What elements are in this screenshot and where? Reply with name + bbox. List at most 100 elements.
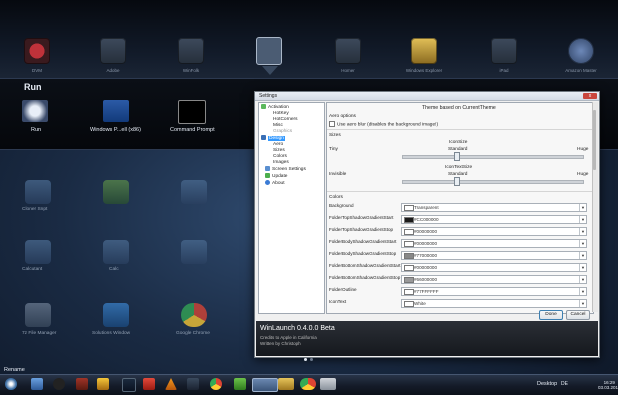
desktop-toolbar-label[interactable]: Desktop [537,381,557,387]
icon-size-slider-thumb[interactable] [454,152,460,161]
tree-item-aero[interactable]: Aero [273,142,283,147]
desktop-app-icon[interactable] [181,240,207,264]
color-select[interactable]: #00000000 ▼ [401,263,587,272]
dock-app-icon[interactable] [335,38,361,64]
color-select[interactable]: #66000000 ▼ [401,275,587,284]
chevron-down-icon[interactable]: ▼ [579,240,586,247]
winlaunch-taskbar-icon[interactable] [252,378,278,392]
dock-app-icon[interactable] [568,38,594,64]
active-folder-icon[interactable] [256,37,282,65]
desktop-app-icon[interactable] [103,240,129,264]
chevron-down-icon[interactable]: ▼ [579,276,586,283]
color-select[interactable]: #CC000000 ▼ [401,215,587,224]
taskbar-app-icon[interactable] [76,378,88,390]
explorer-icon[interactable] [278,378,294,390]
tree-item-design[interactable]: Design [261,135,285,141]
taskbar-app-icon[interactable] [122,378,136,392]
explorer-folder-icon[interactable] [411,38,437,64]
tree-item-hotkey[interactable]: HotKey [273,111,289,116]
taskbar-app-icon[interactable] [53,378,65,390]
window-titlebar[interactable] [255,92,599,101]
settings-content: Theme based on CurrentTheme Aero options… [326,102,594,314]
tree-item-sizes[interactable]: Sizes [273,148,285,153]
taskbar-app-icon[interactable] [31,378,43,390]
7zip-icon[interactable] [25,303,51,327]
dock-app-icon[interactable] [491,38,517,64]
chevron-down-icon[interactable]: ▼ [579,228,586,235]
desktop-icon-label: Cloner Snpt [22,207,48,212]
tree-item-hotcorners[interactable]: HotCorners [273,117,298,122]
done-button[interactable]: Done [539,310,563,320]
tree-item-images[interactable]: Images [273,160,289,165]
color-value: #66000000 [414,277,437,282]
tree-item-screen-settings[interactable]: Screen Settings [265,166,306,172]
color-row-label: FolderBottomShadowGradientStop [329,275,401,280]
background-color-select[interactable]: Transparent ▼ [401,203,587,212]
run-icon[interactable] [22,100,48,122]
clock[interactable]: 16:29 03.03.2013 [598,380,618,390]
sizes-section-label: Sizes [329,133,341,138]
icon-size-max-label: Huge [577,147,589,152]
desktop-app-icon[interactable] [103,303,129,327]
clock-text: 16:29 03.03.2013 [598,380,618,390]
chevron-down-icon[interactable]: ▼ [579,288,586,295]
desktop-icon-label: Calc [109,267,119,272]
chrome-icon[interactable] [181,303,207,327]
close-button[interactable]: x [583,93,597,99]
color-select[interactable]: White ▼ [401,299,587,308]
chevron-down-icon[interactable]: ▼ [579,300,586,307]
tree-item-graphics[interactable]: Graphics [273,129,292,134]
desktop-app-icon[interactable] [103,180,129,204]
page-indicator-dot[interactable] [310,358,313,361]
scrollbar-thumb[interactable] [593,110,596,170]
page-indicator-dot[interactable] [304,358,307,361]
dock-label: Windows Explorer [405,68,443,73]
desktop-app-icon[interactable] [25,240,51,264]
dock-folder-icon[interactable] [100,38,126,64]
dock-folder-icon[interactable] [178,38,204,64]
theme-heading: Theme based on CurrentTheme [422,105,496,111]
tree-item-colors[interactable]: Colors [273,154,287,159]
chevron-down-icon[interactable]: ▼ [579,204,586,211]
tree-item-about[interactable]: About [265,180,285,186]
color-swatch [404,289,414,295]
icon-text-size-slider-thumb[interactable] [454,177,460,186]
icon-size-slider[interactable] [402,155,584,159]
color-value: #77000000 [414,253,437,258]
color-select[interactable]: #77FFFFFF ▼ [401,287,587,296]
aero-blur-option[interactable]: Use aero blur (disables the background i… [329,121,438,127]
folder-pointer-arrow [262,66,278,75]
chrome-icon[interactable] [210,378,222,390]
color-row-label: FolderBodyShadowGradientStart [329,239,397,244]
color-select[interactable]: #00000000 ▼ [401,227,587,236]
rename-label[interactable]: Rename [4,367,25,373]
icon-text-max-label: Huge [577,172,589,177]
taskbar-app-icon[interactable] [97,378,109,390]
tree-item-update[interactable]: Update [265,173,287,179]
icon-text-size-slider[interactable] [402,180,584,184]
cancel-button[interactable]: Cancel [566,310,590,320]
settings-window: Settings x Activation HotKey HotCorners … [254,91,600,358]
desktop-app-icon[interactable] [25,180,51,204]
taskbar-app-icon[interactable] [320,378,336,390]
taskbar-app-icon[interactable] [234,378,246,390]
start-button-icon[interactable] [5,378,17,390]
chrome-icon[interactable] [300,378,316,390]
chevron-down-icon[interactable]: ▼ [579,252,586,259]
taskbar-app-icon[interactable] [187,378,199,390]
chevron-down-icon[interactable]: ▼ [579,264,586,271]
aero-blur-checkbox[interactable] [329,121,335,127]
chevron-down-icon[interactable]: ▼ [579,216,586,223]
tree-item-activation[interactable]: Activation [261,104,289,110]
language-indicator[interactable]: DE [561,381,568,387]
dock-app-icon[interactable] [24,38,50,64]
desktop-app-icon[interactable] [181,180,207,204]
powershell-icon[interactable] [103,100,129,122]
color-select[interactable]: #77000000 ▼ [401,251,587,260]
color-select[interactable]: #00000000 ▼ [401,239,587,248]
color-row-label: FolderTopShadowGradientStart [329,215,394,220]
tree-item-misc[interactable]: Misc [273,123,283,128]
folder-title[interactable]: Run [24,82,42,92]
taskbar-app-icon[interactable] [143,378,155,390]
command-prompt-icon[interactable] [178,100,206,124]
